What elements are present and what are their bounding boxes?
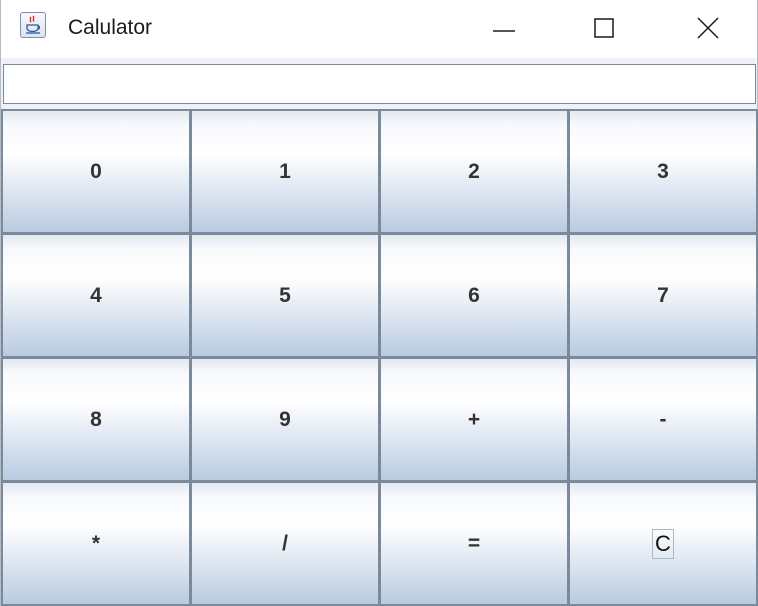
key-5[interactable]: 5 <box>190 233 380 358</box>
key-label: 2 <box>468 159 480 183</box>
key-label: * <box>91 531 101 555</box>
java-coffee-cup-icon <box>20 12 46 38</box>
calculator-window: Calulator 0 1 2 3 4 5 6 7 8 9 + - * / = … <box>0 0 758 606</box>
key-label: - <box>659 407 667 431</box>
minimize-button[interactable] <box>459 0 551 58</box>
maximize-icon <box>594 18 614 38</box>
key-label: 5 <box>279 283 291 307</box>
key-label: 8 <box>90 407 102 431</box>
key-9[interactable]: 9 <box>190 357 380 482</box>
key-3[interactable]: 3 <box>568 109 758 234</box>
key-label: 7 <box>657 283 669 307</box>
key-label: 6 <box>468 283 480 307</box>
key-label: 4 <box>90 283 102 307</box>
key-4[interactable]: 4 <box>1 233 191 358</box>
key-label: C <box>652 528 674 559</box>
title-bar[interactable]: Calulator <box>1 0 757 58</box>
key-label: + <box>467 407 481 431</box>
key-8[interactable]: 8 <box>1 357 191 482</box>
key-divide[interactable]: / <box>190 481 380 606</box>
key-0[interactable]: 0 <box>1 109 191 234</box>
close-icon <box>697 17 719 39</box>
key-label: = <box>467 531 481 555</box>
key-multiply[interactable]: * <box>1 481 191 606</box>
key-2[interactable]: 2 <box>379 109 569 234</box>
key-clear[interactable]: C <box>568 481 758 606</box>
window-title: Calulator <box>68 16 153 39</box>
key-minus[interactable]: - <box>568 357 758 482</box>
key-1[interactable]: 1 <box>190 109 380 234</box>
display-field[interactable] <box>3 64 756 104</box>
key-7[interactable]: 7 <box>568 233 758 358</box>
key-label: 1 <box>279 159 291 183</box>
maximize-button[interactable] <box>558 0 650 58</box>
key-equals[interactable]: = <box>379 481 569 606</box>
key-plus[interactable]: + <box>379 357 569 482</box>
key-label: / <box>282 531 288 555</box>
minimize-icon <box>493 30 515 32</box>
key-label: 0 <box>90 159 102 183</box>
key-6[interactable]: 6 <box>379 233 569 358</box>
key-label: 9 <box>279 407 291 431</box>
key-label: 3 <box>657 159 669 183</box>
keypad: 0 1 2 3 4 5 6 7 8 9 + - * / = C <box>1 109 758 606</box>
close-button[interactable] <box>662 0 754 58</box>
